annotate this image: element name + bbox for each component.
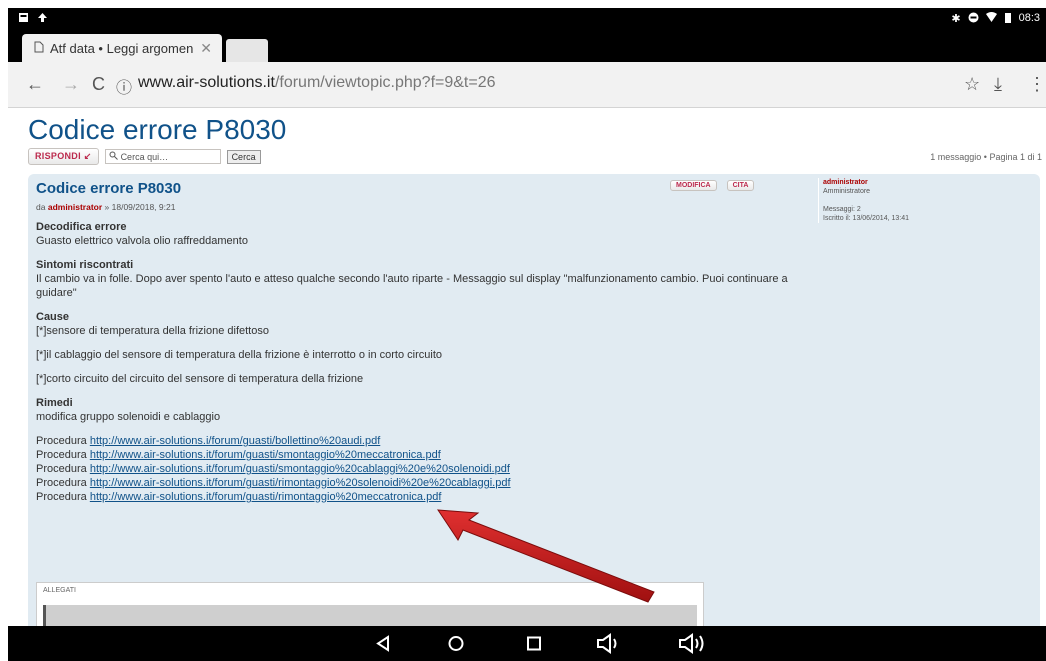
- procedure-item: Procedura http://www.air-solutions.it/fo…: [36, 476, 796, 490]
- procedure-label: Procedura: [36, 477, 87, 489]
- author-link[interactable]: administrator: [48, 202, 102, 212]
- section-heading: Decodifica errore: [36, 221, 127, 233]
- profile-messages: Messaggi: 2: [823, 206, 861, 213]
- url-host: www.air-solutions.it: [138, 74, 275, 91]
- new-tab-button[interactable]: [226, 39, 268, 62]
- volume-up-icon[interactable]: [670, 626, 710, 661]
- meta-prefix: da: [36, 202, 46, 212]
- search-input[interactable]: Cerca qui…: [104, 149, 221, 164]
- battery-icon: [1004, 12, 1012, 26]
- procedure-item: Procedura http://www.air-solutions.it/fo…: [36, 448, 796, 462]
- edit-button[interactable]: MODIFICA: [670, 180, 717, 191]
- recents-nav-icon[interactable]: [514, 626, 554, 661]
- procedure-label: Procedura: [36, 491, 87, 503]
- cause-item: [*]sensore di temperatura della frizione…: [36, 325, 269, 337]
- topic-toolbar: RISPONDI ↙ Cerca qui… Cerca: [28, 148, 261, 165]
- close-tab-icon[interactable]: ✕: [200, 40, 212, 57]
- reply-label: RISPONDI: [35, 151, 81, 161]
- reply-arrow-icon: ↙: [83, 151, 92, 161]
- status-bar: ✱ 08:3: [8, 8, 1046, 30]
- home-nav-icon[interactable]: [436, 626, 476, 661]
- profile-registered: Iscritto il: 13/06/2014, 13:41: [823, 215, 909, 222]
- tab-title: Atf data • Leggi argomen: [50, 40, 194, 56]
- procedure-link[interactable]: http://www.air-solutions.i/forum/guasti/…: [90, 435, 380, 447]
- site-info-icon[interactable]: ⓘ: [116, 74, 132, 98]
- reload-icon[interactable]: C: [92, 74, 105, 95]
- web-page: Codice errore P8030 RISPONDI ↙ Cerca qui…: [8, 108, 1046, 626]
- clock: 08:3: [1018, 12, 1040, 24]
- url-field[interactable]: www.air-solutions.it/forum/viewtopic.php…: [138, 74, 496, 92]
- section-text: Guasto elettrico valvola olio raffreddam…: [36, 235, 248, 247]
- procedure-link[interactable]: http://www.air-solutions.it/forum/guasti…: [90, 491, 442, 503]
- post-meta: da administrator » 18/09/2018, 9:21: [36, 202, 175, 212]
- remedy-heading: Rimedi: [36, 397, 73, 409]
- search-icon: [109, 151, 118, 162]
- section-heading: Sintomi riscontrati: [36, 259, 134, 271]
- post-content: Decodifica errore Guasto elettrico valvo…: [36, 220, 796, 504]
- download-icon[interactable]: ⤓: [994, 74, 1002, 95]
- quote-button[interactable]: CITA: [726, 180, 755, 191]
- tab-strip: Atf data • Leggi argomen ✕: [8, 30, 1046, 62]
- pagination-info: 1 messaggio • Pagina 1 di 1: [930, 152, 1042, 162]
- cause-item: [*]corto circuito del circuito del senso…: [36, 373, 364, 385]
- back-nav-icon[interactable]: [364, 626, 404, 661]
- post-actions: MODIFICA CITA: [670, 180, 755, 191]
- upload-notification-icon: [37, 12, 48, 23]
- procedure-link[interactable]: http://www.air-solutions.it/forum/guasti…: [90, 477, 511, 489]
- bluetooth-icon: ✱: [951, 13, 961, 25]
- procedure-label: Procedura: [36, 463, 87, 475]
- url-path: /forum/viewtopic.php?f=9&t=26: [274, 74, 496, 91]
- profile-username[interactable]: administrator: [823, 178, 1028, 187]
- procedure-list: Procedura http://www.air-solutions.i/for…: [36, 434, 796, 504]
- profile-role: Amministratore: [823, 188, 871, 195]
- procedure-item: Procedura http://www.air-solutions.i/for…: [36, 434, 796, 448]
- bookmark-star-icon[interactable]: ☆: [964, 74, 980, 95]
- cause-heading: Cause: [36, 311, 70, 323]
- page-icon: [34, 41, 44, 56]
- system-nav-bar: [8, 626, 1046, 661]
- search-placeholder: Cerca qui…: [120, 151, 169, 162]
- procedure-link[interactable]: http://www.air-solutions.it/forum/guasti…: [90, 449, 441, 461]
- post: Codice errore P8030 da administrator » 1…: [28, 174, 1040, 626]
- section-text: Il cambio va in folle. Dopo aver spento …: [36, 273, 788, 299]
- volume-down-icon[interactable]: [588, 626, 628, 661]
- procedure-label: Procedura: [36, 449, 87, 461]
- address-bar: ← → C ⓘ www.air-solutions.it/forum/viewt…: [8, 62, 1046, 108]
- cause-item: [*]il cablaggio del sensore di temperatu…: [36, 349, 442, 361]
- search-button[interactable]: Cerca: [226, 149, 261, 164]
- procedure-label: Procedura: [36, 435, 87, 447]
- tab-active[interactable]: Atf data • Leggi argomen ✕: [22, 34, 222, 62]
- menu-icon[interactable]: ⋮: [1028, 74, 1046, 95]
- procedure-link[interactable]: http://www.air-solutions.it/forum/guasti…: [90, 463, 510, 475]
- back-icon[interactable]: ←: [26, 74, 44, 95]
- reply-button[interactable]: RISPONDI ↙: [28, 148, 99, 165]
- author-profile: administrator Amministratore Messaggi: 2…: [818, 178, 1028, 223]
- forward-icon[interactable]: →: [62, 74, 80, 95]
- procedure-item: Procedura http://www.air-solutions.it/fo…: [36, 462, 796, 476]
- wifi-icon: [985, 12, 997, 26]
- procedure-item: Procedura http://www.air-solutions.it/fo…: [36, 490, 796, 504]
- remedy-text: modifica gruppo solenoidi e cablaggio: [36, 411, 221, 423]
- post-date: » 18/09/2018, 9:21: [104, 202, 176, 212]
- attachment-image[interactable]: [43, 605, 697, 626]
- post-title[interactable]: Codice errore P8030: [36, 180, 181, 197]
- attachments-box: ALLEGATI: [36, 582, 704, 626]
- page-title[interactable]: Codice errore P8030: [28, 114, 286, 146]
- do-not-disturb-icon: [968, 12, 979, 26]
- attachments-label: ALLEGATI: [43, 587, 76, 594]
- image-notification-icon: [18, 12, 29, 23]
